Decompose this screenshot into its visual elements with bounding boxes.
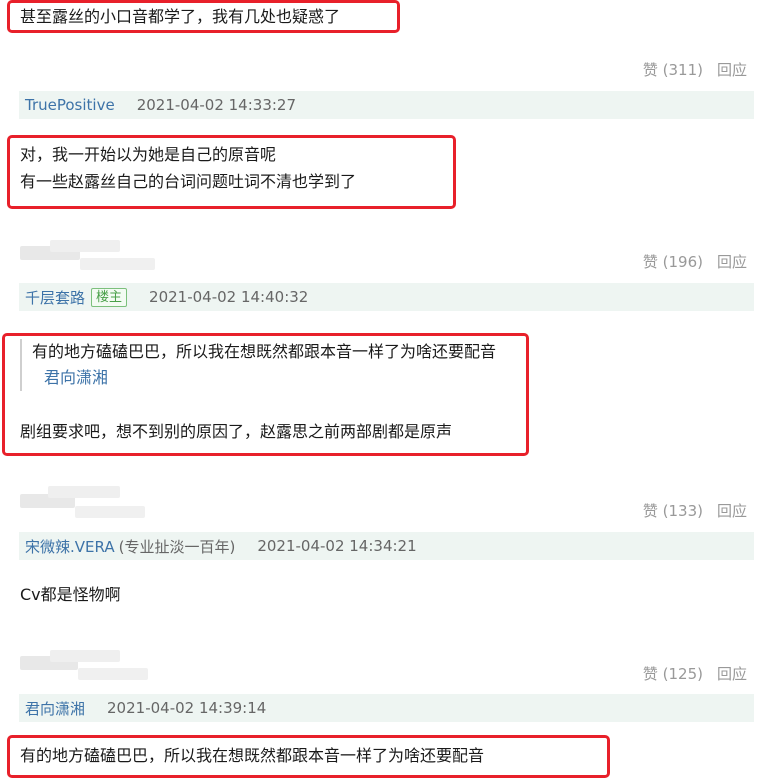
- comment-timestamp: 2021-04-02 14:39:14: [107, 699, 267, 717]
- quote-author-link[interactable]: 君向潇湘: [44, 365, 496, 391]
- comment-timestamp: 2021-04-02 14:40:32: [149, 288, 309, 306]
- author-link[interactable]: TruePositive: [25, 96, 115, 114]
- comment-text-line: 有的地方磕磕巴巴，所以我在想既然都跟本音一样了为啥还要配音: [20, 746, 485, 765]
- comment-timestamp: 2021-04-02 14:34:21: [257, 537, 417, 555]
- author-signature: (专业扯淡一百年): [118, 537, 236, 556]
- quote-block: 有的地方磕磕巴巴，所以我在想既然都跟本音一样了为啥还要配音 君向潇湘: [20, 339, 496, 391]
- reply-button[interactable]: 回应: [717, 663, 747, 684]
- like-button[interactable]: 赞 (196): [643, 251, 703, 272]
- like-button[interactable]: 赞 (133): [643, 500, 703, 521]
- author-bar: 宋微辣.VERA (专业扯淡一百年) 2021-04-02 14:34:21: [19, 532, 754, 560]
- author-bar: TruePositive 2021-04-02 14:33:27: [19, 91, 754, 119]
- blurred-avatar: [20, 486, 155, 526]
- author-bar: 君向潇湘 2021-04-02 14:39:14: [19, 694, 754, 722]
- comment-text-line: 有一些赵露丝自己的台词问题吐词不清也学到了: [20, 172, 357, 191]
- comment-text-line: Cv都是怪物啊: [20, 585, 121, 604]
- like-button[interactable]: 赞 (311): [643, 59, 703, 80]
- comment-timestamp: 2021-04-02 14:33:27: [136, 96, 296, 114]
- owner-badge: 楼主: [91, 287, 128, 307]
- quote-text: 有的地方磕磕巴巴，所以我在想既然都跟本音一样了为啥还要配音: [32, 342, 497, 361]
- comment-text-line: 对，我一开始以为她是自己的原音呢: [20, 145, 277, 164]
- author-link[interactable]: 宋微辣.VERA: [25, 536, 115, 557]
- reply-button[interactable]: 回应: [717, 251, 747, 272]
- comment-text: 甚至露丝的小口音都学了，我有几处也疑惑了: [20, 7, 341, 26]
- comment-actions: 赞 (133) 回应: [643, 500, 747, 521]
- comment-text-line: 剧组要求吧，想不到别的原因了，赵露思之前两部剧都是原声: [20, 422, 453, 441]
- comment-actions: 赞 (311) 回应: [643, 59, 747, 80]
- blurred-avatar: [20, 650, 155, 690]
- like-button[interactable]: 赞 (125): [643, 663, 703, 684]
- comment-actions: 赞 (125) 回应: [643, 663, 747, 684]
- reply-button[interactable]: 回应: [717, 500, 747, 521]
- author-link[interactable]: 千层套路: [25, 287, 85, 308]
- author-link[interactable]: 君向潇湘: [25, 698, 85, 719]
- author-bar: 千层套路 楼主 2021-04-02 14:40:32: [19, 283, 754, 311]
- comment-actions: 赞 (196) 回应: [643, 251, 747, 272]
- reply-button[interactable]: 回应: [717, 59, 747, 80]
- blurred-avatar: [20, 240, 155, 280]
